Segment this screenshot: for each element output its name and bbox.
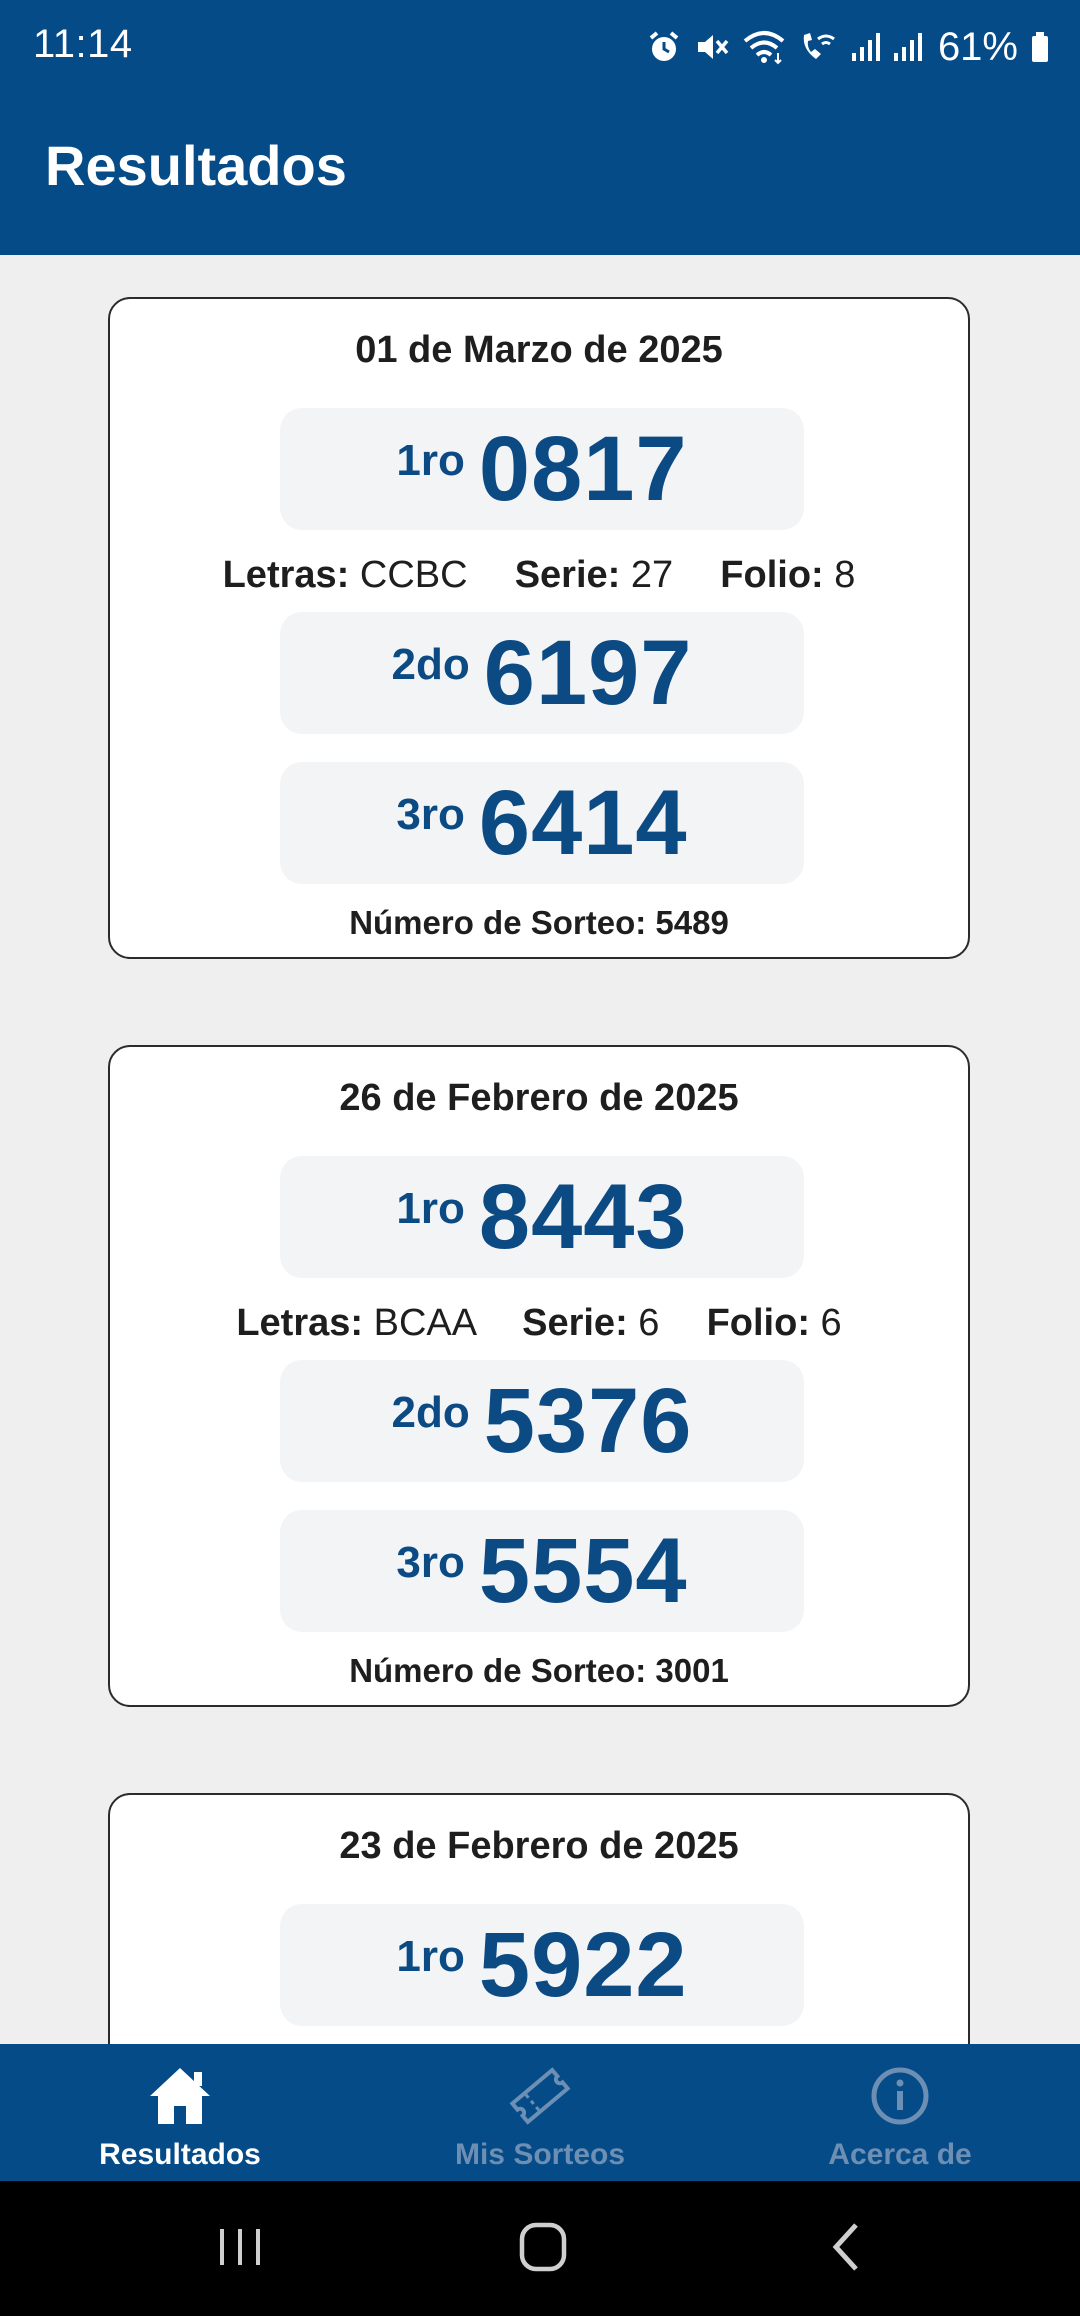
signal-icon — [892, 29, 922, 65]
draw-date: 23 de Febrero de 2025 — [339, 1825, 739, 1867]
nav-item-acerca-de[interactable]: Acerca de — [720, 2044, 1080, 2181]
prize-place: 1ro — [396, 436, 465, 485]
folio-value: 8 — [834, 554, 856, 596]
letras-label: Letras: — [222, 554, 350, 596]
wifi-icon — [742, 29, 786, 65]
letras-label: Letras: — [236, 1302, 364, 1344]
result-card: 23 de Febrero de 2025 1ro 5922 — [108, 1793, 970, 2044]
draw-number: Número de Sorteo: 5489 — [349, 904, 729, 941]
draw-details: Letras: CCBC Serie: 27 Folio: 8 — [110, 554, 968, 597]
draw-date: 26 de Febrero de 2025 — [339, 1077, 739, 1119]
serie-label: Serie: — [514, 554, 621, 596]
status-time: 11:14 — [33, 22, 133, 66]
draw-details: Letras: BCAA Serie: 6 Folio: 6 — [110, 1302, 968, 1345]
nav-item-resultados[interactable]: Resultados — [0, 2044, 360, 2181]
results-list[interactable]: 01 de Marzo de 2025 1ro 0817 Letras: CCB… — [0, 255, 1080, 2044]
home-icon — [146, 2064, 214, 2133]
battery-icon — [1030, 29, 1050, 65]
prize-number: 6414 — [478, 771, 688, 874]
nav-label: Resultados — [99, 2138, 261, 2171]
wifi-calling-icon — [798, 29, 838, 65]
result-card: 01 de Marzo de 2025 1ro 0817 Letras: CCB… — [108, 297, 970, 959]
mute-icon — [694, 29, 730, 65]
info-icon — [866, 2064, 934, 2133]
ticket-icon — [506, 2064, 574, 2133]
folio-label: Folio: — [706, 1302, 810, 1344]
letras-value: BCAA — [373, 1302, 475, 1344]
prize-number: 8443 — [478, 1165, 688, 1268]
nav-label: Acerca de — [828, 2138, 972, 2171]
page-title: Resultados — [45, 134, 347, 197]
prize-place: 3ro — [396, 1538, 465, 1587]
serie-value: 27 — [630, 554, 674, 596]
prize-number: 5376 — [483, 1369, 693, 1472]
second-prize: 2do 6197 — [280, 612, 804, 734]
first-prize: 1ro 0817 — [280, 408, 804, 530]
draw-number: Número de Sorteo: 3001 — [349, 1652, 729, 1689]
prize-place: 2do — [391, 640, 470, 689]
nav-label: Mis Sorteos — [454, 2138, 626, 2171]
prize-number: 0817 — [478, 417, 688, 520]
back-icon[interactable] — [826, 2219, 866, 2280]
bottom-navigation: Resultados Mis Sorteos Acerca de — [0, 2044, 1080, 2181]
serie-label: Serie: — [522, 1302, 628, 1344]
folio-label: Folio: — [720, 554, 824, 596]
result-card: 26 de Febrero de 2025 1ro 8443 Letras: B… — [108, 1045, 970, 1707]
third-prize: 3ro 6414 — [280, 762, 804, 884]
first-prize: 1ro 5922 — [280, 1904, 804, 2026]
app-bar: Resultados — [0, 95, 1080, 255]
serie-value: 6 — [638, 1302, 660, 1344]
signal-icon — [850, 29, 880, 65]
third-prize: 3ro 5554 — [280, 1510, 804, 1632]
system-navigation — [0, 2181, 1080, 2316]
folio-value: 6 — [820, 1302, 842, 1344]
prize-number: 5554 — [478, 1519, 688, 1622]
first-prize: 1ro 8443 — [280, 1156, 804, 1278]
prize-number: 6197 — [483, 621, 693, 724]
prize-place: 3ro — [396, 790, 465, 839]
letras-value: CCBC — [359, 554, 468, 596]
prize-place: 2do — [391, 1388, 470, 1437]
battery-percent: 61% — [937, 24, 1018, 69]
draw-date: 01 de Marzo de 2025 — [355, 329, 723, 371]
status-icons: 61% — [646, 22, 1050, 72]
prize-place: 1ro — [396, 1932, 465, 1981]
recents-icon[interactable] — [216, 2219, 266, 2280]
status-bar: 11:14 61% — [0, 0, 1080, 95]
alarm-icon — [646, 29, 682, 65]
home-button-icon[interactable] — [516, 2219, 572, 2280]
prize-place: 1ro — [396, 1184, 465, 1233]
second-prize: 2do 5376 — [280, 1360, 804, 1482]
nav-item-mis-sorteos[interactable]: Mis Sorteos — [360, 2044, 720, 2181]
prize-number: 5922 — [478, 1913, 688, 2016]
